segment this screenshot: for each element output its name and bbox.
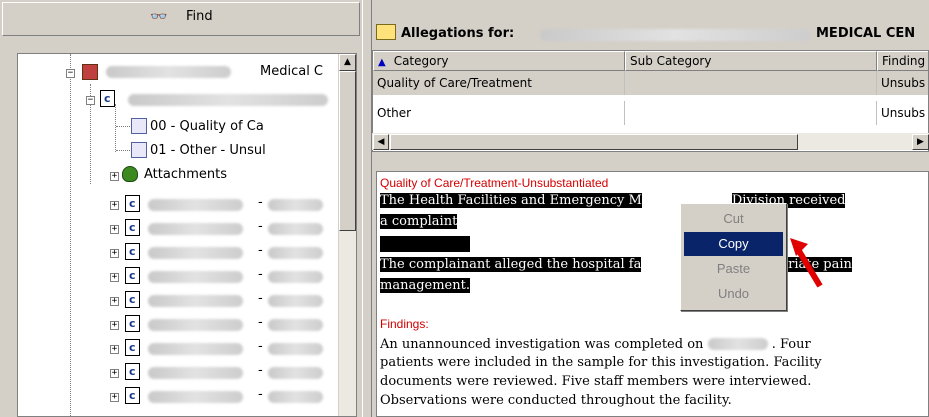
expand-toggle[interactable]: + [110, 297, 119, 306]
menu-item-undo[interactable]: Undo [684, 282, 783, 306]
expand-toggle[interactable]: + [110, 201, 119, 210]
collapse-toggle[interactable]: − [66, 69, 75, 78]
cell-category: Other [373, 101, 625, 125]
menu-item-copy[interactable]: Copy [684, 232, 783, 256]
tree-root-label[interactable]: Medical C [260, 64, 323, 79]
scroll-thumb[interactable] [339, 71, 356, 231]
tree-vertical-scrollbar[interactable]: ▲ [338, 54, 356, 416]
selected-text: The complainant alleged the hospital fa [380, 257, 642, 272]
allegation-icon [131, 142, 147, 158]
medical-center-icon [82, 64, 98, 80]
selected-blank-line [380, 236, 470, 252]
attachments-icon [122, 166, 138, 182]
findings-text: An unannounced investigation was complet… [380, 337, 704, 352]
table-row[interactable]: Quality of Care/Treatment Unsubs [373, 71, 928, 95]
medical-center-name: MEDICAL CEN [816, 26, 916, 41]
cell-category: Quality of Care/Treatment [373, 71, 625, 95]
cell-finding: Unsubs [881, 76, 926, 90]
cell-subcategory [625, 71, 877, 95]
pane-splitter[interactable] [362, 0, 372, 417]
scroll-left-icon[interactable]: ◀ [373, 134, 389, 150]
scroll-up-icon[interactable]: ▲ [339, 54, 356, 71]
expand-toggle[interactable]: + [110, 225, 119, 234]
findings-text: documents were reviewed. Five staff memb… [380, 374, 812, 389]
findings-text: Observations were conducted throughout t… [380, 393, 732, 408]
expand-toggle[interactable]: + [110, 273, 119, 282]
complaint-icon [125, 387, 140, 404]
table-row[interactable]: Other Unsubs [373, 101, 928, 125]
complaint-icon [100, 90, 115, 107]
navigation-pane: 👓 Find − Medical C − 00 - Quality of Ca … [0, 0, 362, 417]
tree-view[interactable]: − Medical C − 00 - Quality of Ca 01 - Ot… [17, 53, 357, 417]
complaint-icon [125, 243, 140, 260]
selected-text: management. [380, 278, 470, 293]
menu-item-paste[interactable]: Paste [684, 257, 783, 281]
expand-toggle[interactable]: + [110, 249, 119, 258]
complaint-icon [125, 315, 140, 332]
menu-item-cut[interactable]: Cut [684, 207, 783, 231]
sort-ascending-icon: ▲ [378, 57, 386, 68]
findings-text: . Four [771, 337, 811, 352]
findings-text: patients were included in the sample for… [380, 355, 822, 370]
expand-toggle[interactable]: + [110, 393, 119, 402]
complaint-icon [125, 267, 140, 284]
selected-text: a complaint [380, 214, 458, 229]
complaint-icon [125, 339, 140, 356]
expand-toggle[interactable]: + [110, 345, 119, 354]
complaint-icon [125, 219, 140, 236]
scroll-right-icon[interactable]: ▶ [912, 134, 929, 150]
column-header-subcategory[interactable]: Sub Category [625, 51, 877, 71]
scroll-thumb[interactable] [390, 134, 798, 150]
allegation-icon [131, 118, 147, 134]
complaint-icon [125, 291, 140, 308]
top-strip [372, 0, 929, 20]
selected-text: The Health Facilities and Emergency M [380, 193, 642, 208]
red-arrow-icon [790, 238, 823, 288]
findings-heading: Findings: [380, 317, 429, 331]
tree-item-other[interactable]: 01 - Other - Unsul [150, 143, 266, 158]
expand-toggle[interactable]: + [110, 321, 119, 330]
tree-item-quality-of-care[interactable]: 00 - Quality of Ca [150, 119, 264, 134]
complaint-icon [125, 363, 140, 380]
collapse-toggle[interactable]: − [86, 96, 95, 105]
allegations-label: Allegations for: [401, 26, 515, 41]
expand-toggle[interactable]: + [110, 172, 119, 181]
folder-icon[interactable] [376, 24, 396, 40]
find-label: Find [186, 9, 213, 24]
column-header-category[interactable]: ▲ Category [373, 51, 625, 71]
column-header-finding[interactable]: Finding [877, 51, 928, 71]
horizontal-splitter[interactable] [372, 152, 929, 170]
allegation-heading: Quality of Care/Treatment-Unsubstantiate… [380, 176, 609, 190]
binoculars-icon: 👓 [150, 9, 168, 25]
find-button[interactable] [2, 2, 360, 36]
context-menu: Cut Copy Paste Undo [680, 203, 787, 311]
complaint-icon [125, 195, 140, 212]
cell-finding: Unsubs [881, 106, 926, 120]
expand-toggle[interactable]: + [110, 369, 119, 378]
tree-item-attachments[interactable]: Attachments [144, 167, 227, 182]
cell-subcategory [625, 101, 877, 125]
